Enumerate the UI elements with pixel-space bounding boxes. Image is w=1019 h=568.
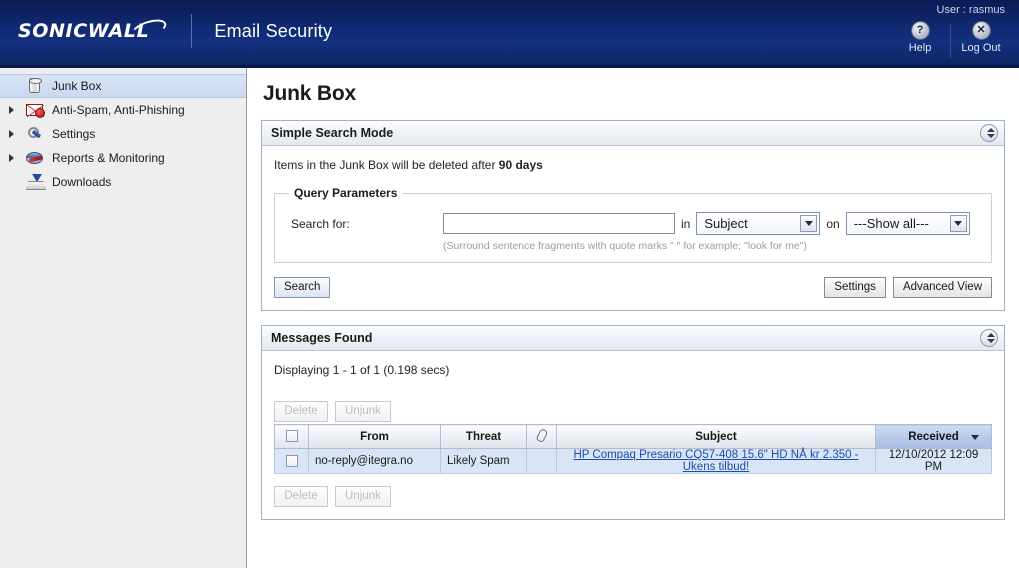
panel-title: Messages Found (271, 331, 373, 345)
results-actions-bottom: Delete Unjunk (274, 484, 992, 507)
table-header-row: From Threat Subject Received (274, 424, 992, 449)
search-button[interactable]: Search (274, 277, 331, 298)
cell-from: no-reply@itegra.no (308, 448, 441, 474)
sidebar-item-junk-box[interactable]: Junk Box (0, 74, 246, 98)
search-actions-row: Search Settings Advanced View (274, 275, 992, 298)
search-for-label: Search for: (291, 216, 350, 231)
wrench-icon (24, 124, 46, 144)
collapse-expand-icon[interactable] (980, 124, 998, 142)
row-checkbox[interactable] (285, 454, 298, 467)
sonicwall-logo-text: SONICWALL (18, 20, 150, 42)
header-action-divider (950, 24, 951, 58)
sidebar-item-label: Junk Box (52, 79, 102, 93)
sort-descending-icon (971, 435, 979, 440)
help-label: Help (908, 42, 932, 54)
sonicwall-logo: SONICWALL (18, 15, 169, 43)
chevron-right-icon (9, 130, 14, 138)
retention-days: 90 days (498, 158, 543, 172)
cell-received: 12/10/2012 12:09 PM (875, 448, 992, 474)
cell-attachment (526, 448, 557, 474)
in-label: in (681, 216, 691, 231)
delete-button-bottom[interactable]: Delete (274, 486, 328, 507)
messages-found-panel-body: Displaying 1 - 1 of 1 (0.198 secs) Delet… (262, 351, 1004, 519)
close-icon: ✕ (972, 22, 990, 39)
chevron-right-icon (9, 106, 14, 114)
paperclip-icon (534, 427, 549, 443)
panel-title: Simple Search Mode (271, 126, 394, 140)
search-field-select[interactable]: Subject (696, 212, 821, 235)
cell-threat: Likely Spam (440, 448, 527, 474)
page-title: Junk Box (263, 82, 356, 105)
on-label: on (826, 216, 840, 231)
help-icon: ? (911, 22, 929, 39)
column-header-received-label: Received (908, 430, 959, 443)
query-parameters-legend: Query Parameters (294, 186, 398, 200)
retention-notice: Items in the Junk Box will be deleted af… (274, 158, 992, 172)
subject-link[interactable]: HP Compaq Presario CQ57-408 15.6" HD NÅ … (573, 449, 858, 473)
anti-spam-envelope-icon (24, 100, 46, 120)
current-user-label: User : rasmus (936, 4, 1005, 16)
results-count-label: Displaying 1 - 1 of 1 (0.198 secs) (274, 363, 450, 377)
retention-notice-text: Items in the Junk Box will be deleted af… (274, 158, 499, 172)
sidebar-item-label: Reports & Monitoring (52, 151, 165, 165)
column-header-from[interactable]: From (308, 424, 441, 449)
simple-search-panel-body: Items in the Junk Box will be deleted af… (262, 146, 1004, 310)
sidebar-item-settings[interactable]: Settings (0, 122, 246, 146)
simple-search-panel-header: Simple Search Mode (262, 121, 1004, 146)
logout-button[interactable]: ✕ Log Out (953, 22, 1009, 54)
date-range-select[interactable]: ---Show all--- (845, 212, 970, 235)
product-title: Email Security (214, 20, 333, 41)
column-header-subject[interactable]: Subject (556, 424, 876, 449)
main-content: Junk Box Simple Search Mode Items in the… (247, 68, 1019, 568)
app-header: SONICWALL Email Security User : rasmus ?… (0, 0, 1019, 68)
settings-button[interactable]: Settings (824, 277, 886, 298)
sidebar-nav: Junk Box Anti-Spam, Anti-Phishing Settin… (0, 68, 247, 568)
download-icon (24, 172, 46, 192)
sidebar-item-label: Anti-Spam, Anti-Phishing (52, 103, 185, 117)
logout-label: Log Out (961, 42, 1001, 54)
unjunk-button-bottom[interactable]: Unjunk (335, 486, 391, 507)
globe-icon (24, 148, 46, 168)
column-header-select-all[interactable] (274, 424, 309, 449)
column-header-received[interactable]: Received (875, 424, 992, 449)
unjunk-button[interactable]: Unjunk (335, 401, 391, 422)
simple-search-panel: Simple Search Mode Items in the Junk Box… (261, 120, 1005, 311)
chevron-down-icon[interactable] (800, 215, 818, 232)
delete-button[interactable]: Delete (274, 401, 328, 422)
advanced-view-button[interactable]: Advanced View (892, 277, 992, 298)
messages-found-panel: Messages Found Displaying 1 - 1 of 1 (0.… (261, 325, 1005, 520)
search-field-select-value: Subject (704, 216, 748, 231)
collapse-expand-icon[interactable] (980, 329, 998, 347)
query-parameters-fieldset: Query Parameters Search for: in Subject … (274, 186, 992, 263)
chevron-down-icon[interactable] (949, 215, 967, 232)
column-header-attachment[interactable] (526, 424, 557, 449)
sidebar-item-downloads[interactable]: Downloads (0, 170, 246, 194)
brand-divider (191, 14, 193, 48)
brand-area: SONICWALL Email Security (18, 14, 332, 48)
select-all-checkbox[interactable] (285, 430, 298, 443)
messages-table: From Threat Subject Received no-reply@it… (274, 424, 992, 474)
help-button[interactable]: ? Help (892, 22, 948, 54)
junk-box-icon (24, 76, 46, 96)
messages-table-wrap: From Threat Subject Received no-reply@it… (274, 424, 992, 474)
sidebar-item-label: Settings (52, 127, 96, 141)
search-input[interactable] (443, 213, 675, 234)
sidebar-item-anti-spam[interactable]: Anti-Spam, Anti-Phishing (0, 98, 246, 122)
chevron-right-icon (9, 154, 14, 162)
results-actions-top: Delete Unjunk (274, 399, 992, 422)
column-header-threat[interactable]: Threat (440, 424, 527, 449)
search-hint-text: (Surround sentence fragments with quote … (443, 240, 807, 252)
cell-subject[interactable]: HP Compaq Presario CQ57-408 15.6" HD NÅ … (556, 448, 876, 474)
search-row: Search for: in Subject on ---Show all--- (285, 206, 981, 235)
sidebar-item-label: Downloads (52, 175, 112, 189)
sidebar-item-reports-monitoring[interactable]: Reports & Monitoring (0, 146, 246, 170)
row-select-cell[interactable] (274, 448, 309, 474)
table-row[interactable]: no-reply@itegra.no Likely Spam HP Compaq… (274, 448, 992, 474)
messages-found-panel-header: Messages Found (262, 326, 1004, 351)
header-actions: ? Help ✕ Log Out (892, 22, 1009, 58)
